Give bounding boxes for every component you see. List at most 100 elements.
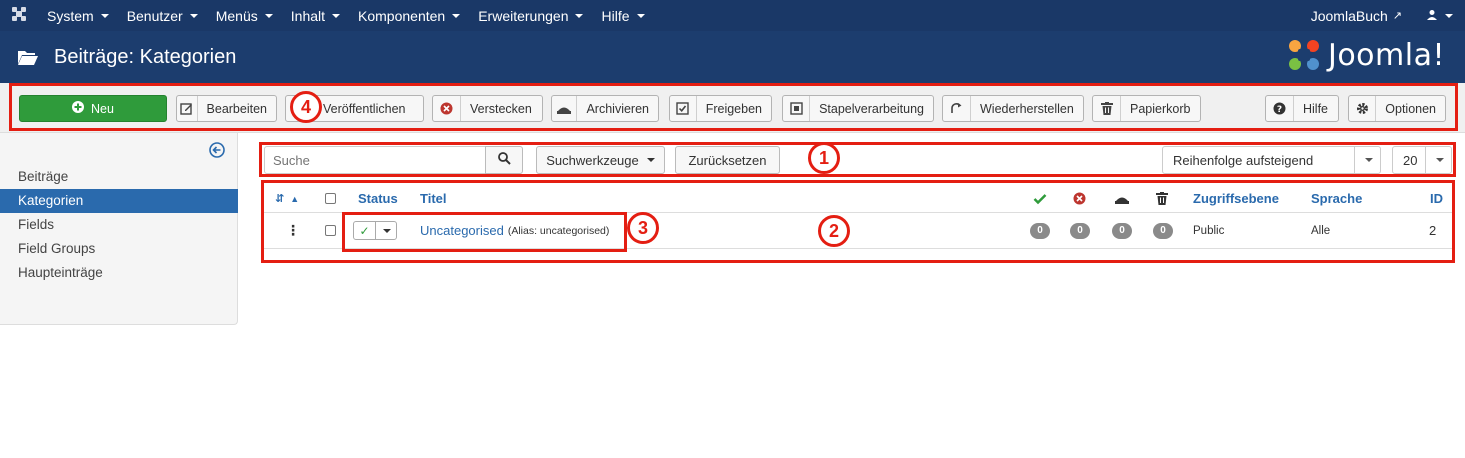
edit-button[interactable]: Bearbeiten: [176, 95, 277, 122]
trash-icon: [1156, 192, 1168, 205]
stop-square-icon: [783, 96, 811, 121]
reset-button[interactable]: Zurücksetzen: [675, 146, 780, 174]
column-archived[interactable]: [1115, 185, 1129, 212]
table-header: ⇵ ▲ Status Titel Zugriffsebene Sprache I…: [264, 185, 1452, 213]
row-checkbox[interactable]: [325, 225, 336, 236]
caret-down-icon: [264, 13, 273, 18]
categories-table: ⇵ ▲ Status Titel Zugriffsebene Sprache I…: [264, 185, 1452, 249]
archive-button[interactable]: Archivieren: [551, 95, 659, 122]
site-link[interactable]: JoomlaBuch ↗: [1299, 8, 1414, 24]
caret-down-icon: [332, 13, 341, 18]
sidebar-item-kategorien[interactable]: Kategorien: [0, 189, 238, 213]
checkin-button[interactable]: Freigeben: [669, 95, 772, 122]
joomla-icon[interactable]: [0, 6, 38, 26]
drag-handle-icon[interactable]: ⋮: [286, 213, 300, 248]
joomla-logo-icon: [1288, 40, 1319, 70]
column-title[interactable]: Titel: [420, 185, 447, 212]
trash-button[interactable]: Papierkorb: [1092, 95, 1201, 122]
times-circle-icon: [1073, 192, 1086, 205]
unpublish-button[interactable]: Verstecken: [432, 95, 543, 122]
column-status[interactable]: Status: [358, 185, 398, 212]
toolbar: Neu Bearbeiten Veröffentlichen Verstecke…: [0, 83, 1465, 133]
external-link-icon: ↗: [1392, 10, 1402, 22]
search-tools-button[interactable]: Suchwerkzeuge: [536, 146, 665, 174]
language-value: Alle: [1311, 224, 1331, 237]
archive-icon: [552, 96, 578, 121]
caret-down-icon: [1425, 147, 1451, 173]
caret-down-icon: [1445, 13, 1453, 18]
sidebar: Beiträge Kategorien Fields Field Groups …: [0, 133, 238, 325]
sidebar-item-field-groups[interactable]: Field Groups: [0, 237, 238, 261]
caret-down-icon: [636, 13, 645, 18]
menu-menues[interactable]: Menüs: [207, 8, 282, 24]
sidebar-item-beitraege[interactable]: Beiträge: [0, 165, 238, 189]
trash-icon: [1093, 96, 1121, 121]
menu-system[interactable]: System: [38, 8, 118, 24]
menu-komponenten[interactable]: Komponenten: [349, 8, 469, 24]
top-navbar: System Benutzer Menüs Inhalt Komponenten…: [0, 0, 1465, 31]
status-dropdown-caret-icon[interactable]: [376, 222, 396, 239]
ordering-sort-icon[interactable]: ⇵ ▲: [275, 185, 299, 212]
search-input[interactable]: [264, 146, 486, 174]
annotation-marker-1: 1: [808, 142, 840, 174]
options-button[interactable]: Optionen: [1348, 95, 1446, 122]
column-access[interactable]: Zugriffsebene: [1193, 185, 1279, 212]
limit-select[interactable]: 20: [1392, 146, 1452, 174]
category-title-link[interactable]: Uncategorised: [420, 223, 504, 238]
new-button[interactable]: Neu: [19, 95, 167, 122]
caret-down-icon: [1354, 147, 1380, 173]
column-unpublished[interactable]: [1073, 185, 1086, 212]
column-trashed[interactable]: [1156, 185, 1168, 212]
folder-open-icon: [18, 50, 38, 65]
page-header: Beiträge: Kategorien Joomla!: [0, 31, 1465, 83]
caret-down-icon: [452, 13, 461, 18]
column-id[interactable]: ID: [1430, 185, 1443, 212]
archive-icon: [1115, 197, 1129, 204]
column-language[interactable]: Sprache: [1311, 185, 1362, 212]
unpublished-count-badge[interactable]: 0: [1070, 222, 1090, 239]
category-alias: (Alias: uncategorised): [507, 224, 610, 237]
published-check-icon[interactable]: ✓: [354, 222, 376, 239]
published-count-badge[interactable]: 0: [1030, 222, 1050, 239]
filter-bar: Suchwerkzeuge Zurücksetzen Reihenfolge a…: [264, 146, 1452, 174]
check-icon: [1033, 193, 1047, 204]
user-menu[interactable]: [1414, 8, 1465, 24]
collapse-sidebar-icon[interactable]: [209, 142, 225, 163]
checkbox-icon: [670, 96, 697, 121]
annotation-marker-3: 3: [627, 212, 659, 244]
help-button[interactable]: ? Hilfe: [1265, 95, 1339, 122]
search-button[interactable]: [485, 146, 523, 174]
caret-down-icon: [646, 158, 655, 162]
caret-down-icon: [100, 13, 109, 18]
rebuild-button[interactable]: Wiederherstellen: [942, 95, 1084, 122]
status-toggle[interactable]: ✓: [353, 221, 397, 240]
gear-icon: [1349, 96, 1377, 121]
menu-benutzer[interactable]: Benutzer: [118, 8, 207, 24]
question-circle-icon: ?: [1266, 96, 1294, 121]
annotation-marker-4: 4: [290, 91, 322, 123]
joomla-logo: Joomla!: [1286, 37, 1445, 73]
trashed-count-badge[interactable]: 0: [1153, 222, 1173, 239]
search-icon: [497, 152, 511, 168]
sidebar-item-haupteintraege[interactable]: Haupteinträge: [0, 261, 238, 285]
batch-button[interactable]: Stapelverarbeitung: [782, 95, 934, 122]
svg-text:?: ?: [1277, 105, 1282, 115]
caret-down-icon: [189, 13, 198, 18]
ordering-select[interactable]: Reihenfolge aufsteigend: [1162, 146, 1381, 174]
annotation-marker-2: 2: [818, 215, 850, 247]
column-published[interactable]: [1033, 185, 1047, 212]
table-row: ⋮ ✓ Uncategorised (Alias: uncategorised)…: [264, 213, 1452, 249]
select-all-checkbox[interactable]: [325, 193, 336, 204]
menu-inhalt[interactable]: Inhalt: [282, 8, 349, 24]
edit-icon: [177, 96, 198, 121]
user-icon: [1426, 8, 1438, 24]
refresh-icon: [943, 96, 971, 121]
id-value: 2: [1429, 223, 1437, 238]
plus-circle-icon: [72, 101, 85, 116]
access-level: Public: [1193, 224, 1225, 237]
archived-count-badge[interactable]: 0: [1112, 222, 1132, 239]
times-circle-icon: [433, 96, 461, 121]
sidebar-item-fields[interactable]: Fields: [0, 213, 238, 237]
menu-hilfe[interactable]: Hilfe: [592, 8, 653, 24]
menu-erweiterungen[interactable]: Erweiterungen: [469, 8, 592, 24]
